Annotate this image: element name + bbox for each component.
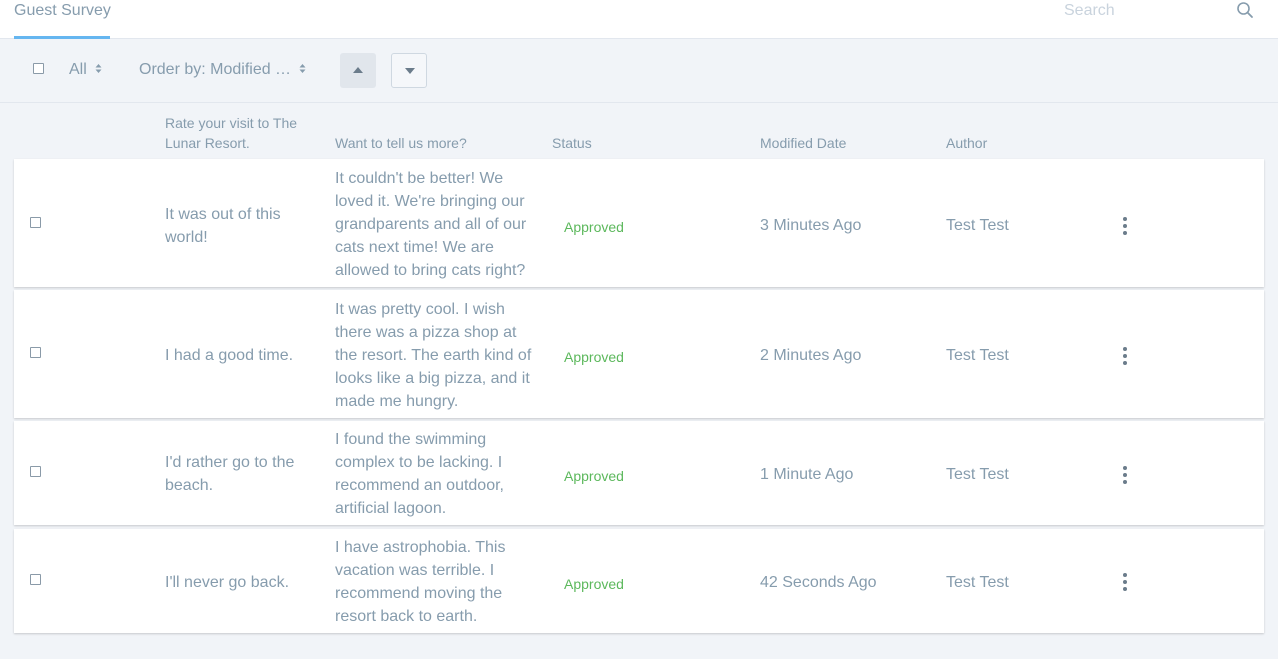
row-checkbox[interactable] [30, 574, 41, 585]
rating-cell: I had a good time. [165, 347, 294, 364]
filter-label: All [69, 61, 87, 78]
order-by-label: Order by: Modified … [139, 61, 292, 78]
tab-guest-survey[interactable]: Guest Survey [14, 0, 111, 39]
status-badge: Approved [564, 349, 624, 365]
caret-up-icon [353, 67, 363, 73]
table-row[interactable]: I'd rather go to the beach. I found the … [14, 421, 1264, 525]
sort-descending-button[interactable] [391, 53, 427, 88]
column-header-comment: Want to tell us more? [335, 135, 467, 151]
filter-dropdown[interactable]: All [69, 61, 102, 79]
select-all-checkbox[interactable] [33, 63, 44, 74]
status-badge: Approved [564, 468, 624, 484]
more-actions-icon[interactable] [1119, 346, 1131, 366]
author-cell: Test Test [946, 574, 1009, 591]
sort-ascending-button[interactable] [340, 53, 376, 88]
management-toolbar: All Order by: Modified … [0, 39, 1278, 103]
search-icon[interactable] [1236, 1, 1256, 21]
author-cell: Test Test [946, 347, 1009, 364]
comment-cell: It couldn't be better! We loved it. We'r… [335, 170, 527, 279]
caret-updown-icon [95, 64, 102, 74]
author-cell: Test Test [946, 217, 1009, 234]
comment-cell: I found the swimming complex to be lacki… [335, 431, 504, 517]
table-row[interactable]: I had a good time. It was pretty cool. I… [14, 290, 1264, 418]
modified-date-cell: 3 Minutes Ago [760, 217, 862, 234]
status-badge: Approved [564, 219, 624, 235]
modified-date-cell: 1 Minute Ago [760, 466, 854, 483]
comment-cell: I have astrophobia. This vacation was te… [335, 539, 506, 625]
row-checkbox[interactable] [30, 466, 41, 477]
table-row[interactable]: I'll never go back. I have astrophobia. … [14, 529, 1264, 633]
more-actions-icon[interactable] [1119, 216, 1131, 236]
rating-cell: It was out of this world! [165, 206, 281, 246]
table-row[interactable]: It was out of this world! It couldn't be… [14, 159, 1264, 287]
modified-date-cell: 42 Seconds Ago [760, 574, 877, 591]
comment-cell: It was pretty cool. I wish there was a p… [335, 301, 532, 410]
column-header-modified-date: Modified Date [760, 135, 847, 151]
row-checkbox[interactable] [30, 347, 41, 358]
search-input[interactable] [1064, 0, 1224, 22]
caret-down-icon [405, 68, 415, 74]
row-checkbox[interactable] [30, 217, 41, 228]
rating-cell: I'd rather go to the beach. [165, 454, 295, 494]
top-navbar: Guest Survey [0, 0, 1278, 39]
column-header-rating: Rate your visit to The Lunar Resort. [165, 115, 298, 151]
status-badge: Approved [564, 576, 624, 592]
modified-date-cell: 2 Minutes Ago [760, 347, 862, 364]
more-actions-icon[interactable] [1119, 465, 1131, 485]
column-header-author: Author [946, 135, 988, 151]
author-cell: Test Test [946, 466, 1009, 483]
rating-cell: I'll never go back. [165, 574, 290, 591]
order-by-dropdown[interactable]: Order by: Modified … [139, 61, 306, 79]
more-actions-icon[interactable] [1119, 572, 1131, 592]
column-header-status: Status [552, 135, 592, 151]
caret-updown-icon [299, 64, 306, 74]
